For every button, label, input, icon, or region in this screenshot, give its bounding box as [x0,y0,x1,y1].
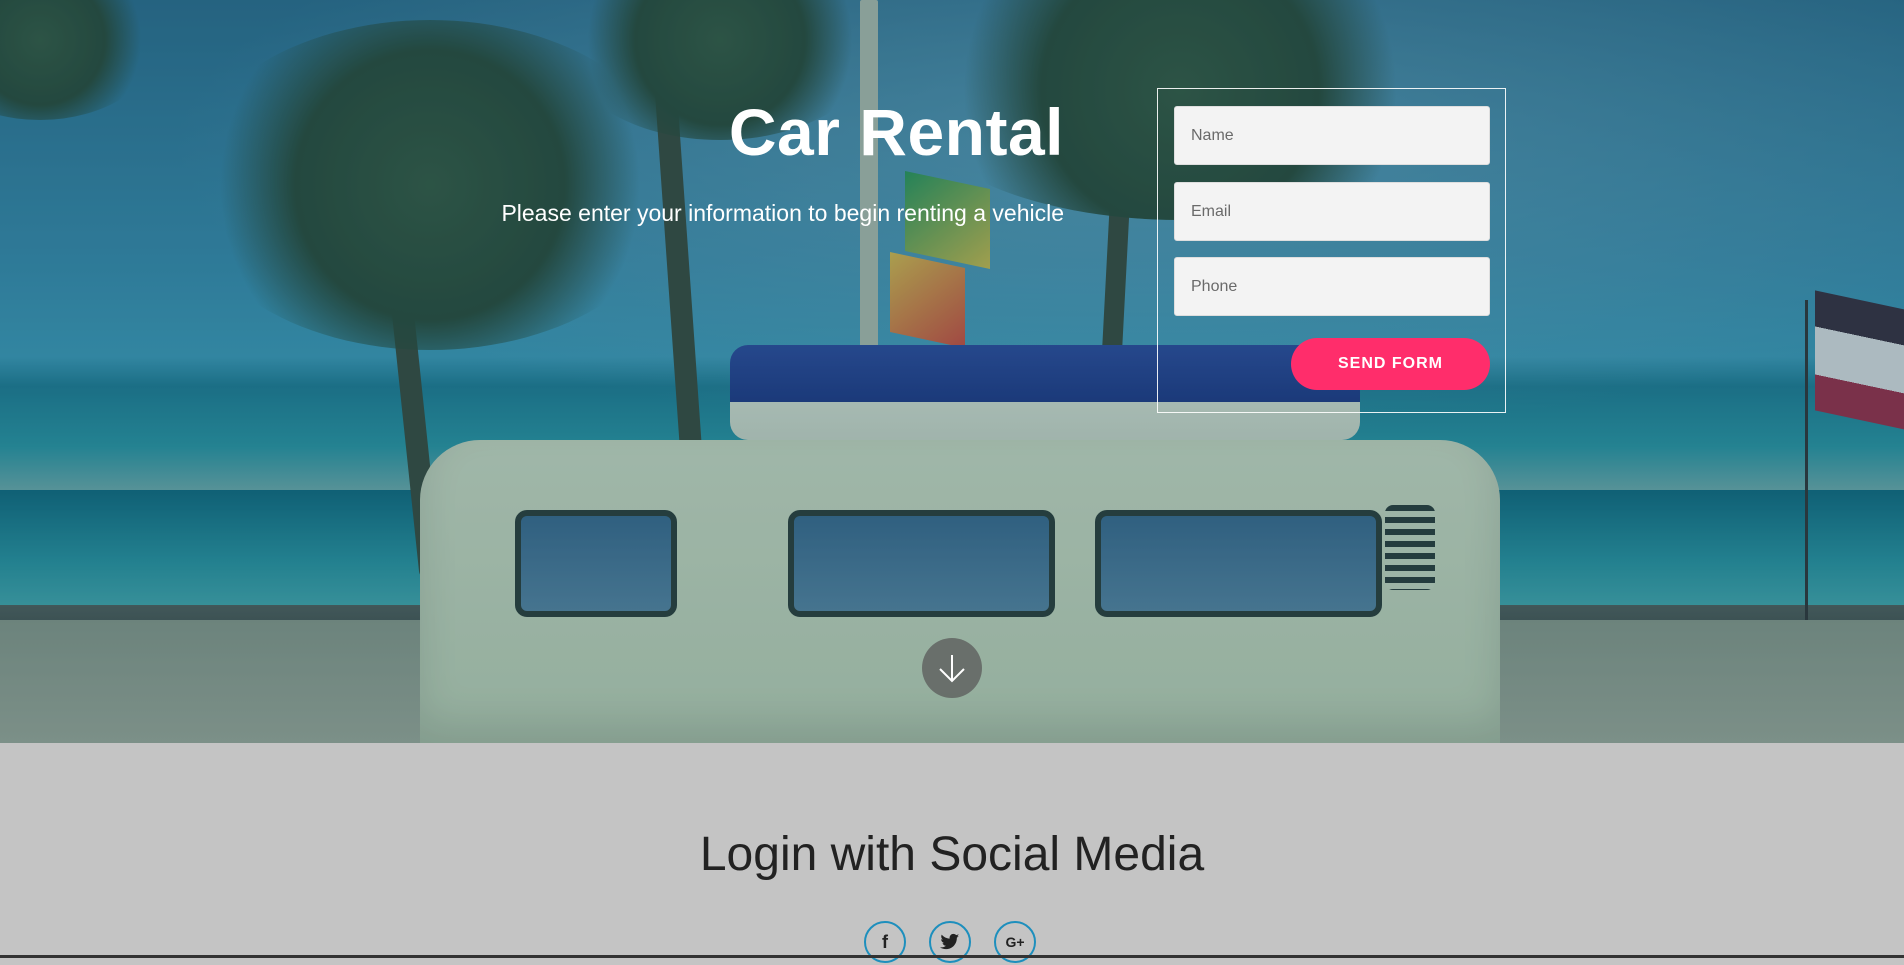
arrow-down-icon [939,655,965,683]
email-field[interactable] [1174,182,1490,241]
scroll-down-button[interactable] [922,638,982,698]
rental-form: SEND FORM [1157,88,1506,413]
social-title: Login with Social Media [699,828,1205,881]
social-icons: f G+ [864,921,1040,965]
name-field[interactable] [1174,106,1490,165]
google-plus-glyph: G+ [1005,934,1025,950]
facebook-glyph: f [882,931,888,952]
page-title: Car Rental [728,95,1064,169]
hero-section: Car Rental Please enter your information… [0,0,1904,743]
phone-field[interactable] [1174,257,1490,316]
social-login-section: Login with Social Media f G+ [0,743,1904,963]
send-form-button[interactable]: SEND FORM [1291,338,1490,390]
page-subtitle: Please enter your information to begin r… [501,200,1064,226]
twitter-bird-icon [940,933,960,950]
